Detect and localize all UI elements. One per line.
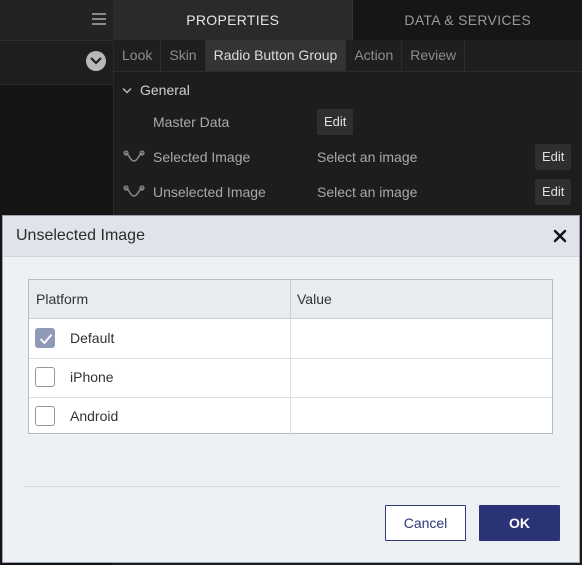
prop-unselected-image-label: Unselected Image	[153, 184, 266, 200]
left-collapse-row	[0, 41, 113, 85]
chevron-down-icon	[122, 88, 132, 94]
column-divider	[290, 319, 291, 358]
subtab-action[interactable]: Action	[346, 40, 403, 71]
prop-selected-image-value: Select an image	[317, 149, 418, 165]
column-divider	[290, 280, 291, 318]
chevron-down-circle-icon[interactable]	[86, 51, 106, 71]
link-icon	[123, 185, 145, 197]
table-row[interactable]: Default	[29, 319, 552, 359]
unselected-image-edit-button[interactable]: Edit	[535, 179, 572, 205]
table-row[interactable]: Android	[29, 397, 552, 436]
android-checkbox[interactable]	[35, 406, 55, 426]
selected-image-edit-button[interactable]: Edit	[535, 144, 572, 170]
default-checkbox[interactable]	[35, 328, 55, 348]
section-general-label: General	[140, 82, 190, 98]
dialog-header: Unselected Image	[3, 216, 579, 257]
panel-tabs: PROPERTIES DATA & SERVICES	[114, 0, 582, 40]
unselected-image-dialog: Unselected Image Platform Value Default …	[2, 215, 580, 563]
table-header: Platform Value	[29, 280, 552, 319]
prop-unselected-image-value: Select an image	[317, 184, 418, 200]
platform-label: Android	[70, 408, 119, 424]
prop-selected-image-label: Selected Image	[153, 149, 251, 165]
platform-value-table: Platform Value Default iPhone Android	[28, 279, 553, 436]
iphone-checkbox[interactable]	[35, 367, 55, 387]
prop-master-data-label: Master Data	[153, 114, 230, 130]
platform-label: Default	[70, 330, 115, 346]
dialog-title: Unselected Image	[16, 227, 145, 244]
ok-button[interactable]: OK	[479, 505, 560, 541]
column-divider	[290, 358, 291, 397]
subtab-radio-button-group[interactable]: Radio Button Group	[205, 40, 347, 71]
property-subtabs: Look Skin Radio Button Group Action Revi…	[114, 40, 582, 72]
link-icon	[123, 150, 145, 162]
subtab-review[interactable]: Review	[402, 40, 466, 71]
cancel-button[interactable]: Cancel	[385, 505, 466, 541]
column-header-value: Value	[297, 291, 332, 307]
master-data-edit-button[interactable]: Edit	[317, 109, 354, 135]
platform-label: iPhone	[70, 369, 114, 385]
table-row[interactable]: iPhone	[29, 358, 552, 398]
left-toolbar	[0, 0, 113, 41]
subtab-skin[interactable]: Skin	[161, 40, 206, 71]
subtab-look[interactable]: Look	[114, 40, 162, 71]
checkmark-icon	[39, 333, 53, 345]
tab-data-services[interactable]: DATA & SERVICES	[351, 0, 582, 40]
section-general-toggle[interactable]: General	[122, 82, 190, 98]
hamburger-menu-icon[interactable]	[92, 13, 106, 27]
close-icon[interactable]	[552, 228, 568, 244]
column-header-platform: Platform	[36, 291, 89, 307]
footer-divider	[23, 486, 560, 487]
column-divider	[290, 397, 291, 436]
tab-properties[interactable]: PROPERTIES	[114, 0, 352, 40]
